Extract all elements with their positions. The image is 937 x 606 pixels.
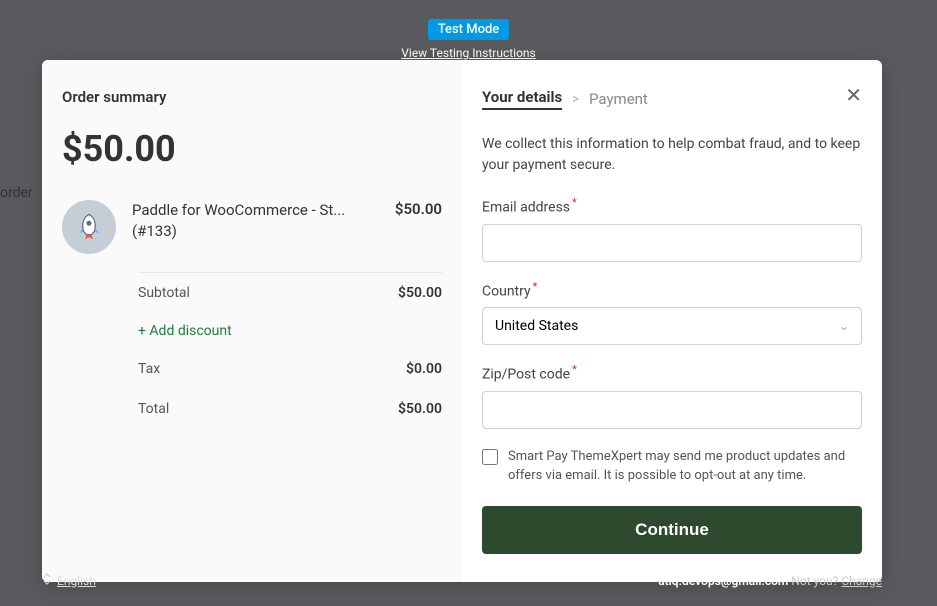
testing-instructions-link[interactable]: View Testing Instructions (0, 46, 937, 60)
marketing-optin-row: Smart Pay ThemeXpert may send me product… (482, 447, 862, 486)
product-name: Paddle for WooCommerce - St... (#133) (132, 200, 395, 242)
order-summary-title: Order summary (62, 88, 462, 106)
total-label: Total (138, 401, 169, 417)
footer-email: atiq.devops@gmail.com (658, 574, 788, 588)
breadcrumb: Your details > Payment (482, 88, 862, 110)
email-label: Email address* (482, 196, 862, 216)
chevron-down-icon: ⌄ (839, 319, 849, 333)
country-select[interactable]: United States ⌄ (482, 307, 862, 345)
email-label-text: Email address (482, 200, 570, 216)
breadcrumb-next: Payment (589, 90, 648, 108)
not-you-text: Not you? (788, 574, 841, 588)
subtotal-row: Subtotal $50.00 (138, 273, 442, 313)
subtotal-value: $50.00 (398, 285, 442, 301)
tax-value: $0.00 (406, 361, 442, 377)
country-label: Country* (482, 280, 862, 300)
chevron-up-down-icon (42, 573, 52, 588)
change-user-link[interactable]: Change (841, 574, 882, 588)
close-button[interactable]: ✕ (845, 86, 862, 106)
close-icon: ✕ (845, 85, 862, 107)
product-price: $50.00 (395, 200, 442, 218)
tax-row: Tax $0.00 (138, 349, 442, 389)
details-panel: ✕ Your details > Payment We collect this… (462, 60, 882, 582)
background-text: order (0, 185, 33, 201)
marketing-checkbox[interactable] (482, 449, 498, 465)
total-price-large: $50.00 (62, 128, 462, 170)
breadcrumb-current[interactable]: Your details (482, 88, 562, 110)
required-indicator: * (533, 280, 538, 293)
country-label-text: Country (482, 283, 531, 299)
checkout-modal: Order summary $50.00 Paddle for WooComme… (42, 60, 882, 582)
subtotal-label: Subtotal (138, 285, 190, 301)
language-selector[interactable]: English (42, 573, 96, 588)
country-selected-value: United States (495, 318, 578, 334)
zip-label: Zip/Post code* (482, 363, 862, 383)
add-discount-link[interactable]: + Add discount (138, 313, 232, 349)
info-text: We collect this information to help comb… (482, 134, 862, 176)
order-summary-panel: Order summary $50.00 Paddle for WooComme… (42, 60, 462, 582)
language-text: English (57, 574, 96, 588)
test-mode-badge: Test Mode (428, 19, 510, 40)
footer-user-info: atiq.devops@gmail.com Not you? Change (658, 574, 882, 588)
continue-button[interactable]: Continue (482, 506, 862, 554)
total-value: $50.00 (398, 401, 442, 417)
rocket-icon (74, 212, 104, 242)
footer: English atiq.devops@gmail.com Not you? C… (42, 573, 882, 588)
product-row: Paddle for WooCommerce - St... (#133) $5… (62, 200, 462, 254)
email-input[interactable] (482, 224, 862, 262)
total-row: Total $50.00 (138, 389, 442, 429)
marketing-checkbox-label[interactable]: Smart Pay ThemeXpert may send me product… (508, 447, 862, 486)
breadcrumb-separator: > (572, 92, 579, 107)
zip-input[interactable] (482, 391, 862, 429)
product-icon (62, 200, 116, 254)
required-indicator: * (572, 196, 577, 209)
tax-label: Tax (138, 361, 160, 377)
zip-label-text: Zip/Post code (482, 367, 570, 383)
required-indicator: * (572, 363, 577, 376)
